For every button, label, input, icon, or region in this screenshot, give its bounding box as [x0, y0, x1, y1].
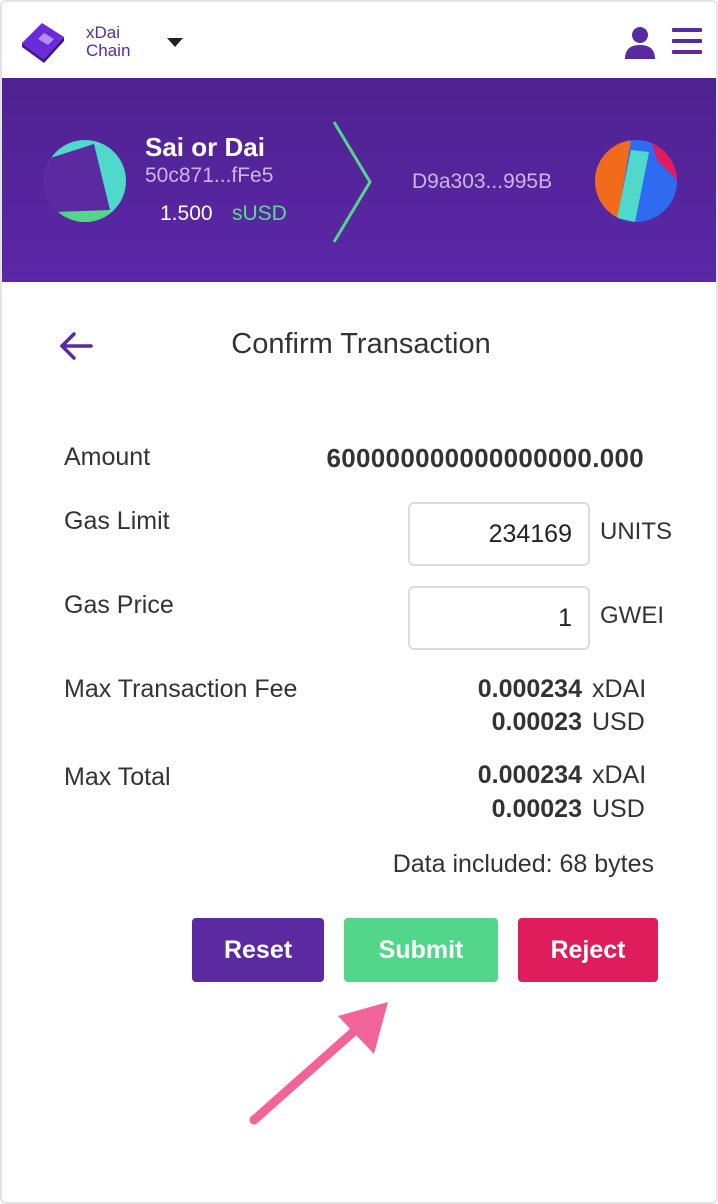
transaction-header: Sai or Dai 50c871...fFe5 1.500 sUSD D9a3… [2, 78, 716, 282]
max-fee-native-value: 0.000234 [477, 675, 582, 703]
sender-account-name: Sai or Dai [145, 132, 265, 162]
top-bar: xDai Chain [2, 2, 716, 78]
max-total-usd-unit: USD [592, 795, 645, 823]
sender-address: 50c871...fFe5 [145, 164, 274, 187]
hamburger-menu-icon[interactable] [672, 28, 702, 54]
max-total-usd: 0.00023 USD [492, 795, 654, 824]
max-total-native-value: 0.000234 [477, 761, 582, 789]
max-fee-native: 0.000234 xDAI [478, 675, 654, 704]
max-fee-label: Max Transaction Fee [64, 675, 298, 703]
max-fee-usd: 0.00023 USD [492, 708, 654, 737]
gas-price-input[interactable] [408, 586, 590, 650]
amount-label: Amount [64, 443, 151, 471]
gas-limit-input[interactable] [408, 502, 590, 566]
gas-limit-unit: UNITS [600, 518, 672, 545]
submit-button[interactable]: Submit [344, 918, 498, 982]
recipient-address: D9a303...995B [412, 170, 553, 193]
xdai-logo-icon [22, 23, 64, 63]
user-icon[interactable] [624, 26, 656, 60]
sender-identicon-icon [44, 140, 126, 222]
amount-value: 600000000000000000.000 [326, 443, 644, 473]
chevron-right-icon [332, 121, 372, 243]
recipient-identicon-icon [595, 140, 677, 222]
reset-button[interactable]: Reset [192, 918, 324, 982]
max-total-native-unit: xDAI [592, 761, 647, 789]
page-title: Confirm Transaction [231, 328, 491, 360]
network-selector[interactable]: xDai Chain [86, 24, 130, 60]
sender-balance: 1.500 [160, 202, 213, 225]
max-total-label: Max Total [64, 763, 171, 791]
sender-token-symbol: sUSD [232, 202, 287, 225]
gas-price-label: Gas Price [64, 591, 174, 619]
network-name-line2: Chain [86, 41, 131, 60]
gas-price-unit: GWEI [600, 602, 664, 629]
gas-limit-label: Gas Limit [64, 507, 170, 535]
network-name-line1: xDai [86, 23, 121, 42]
app-frame: xDai Chain Sai or Dai 50c871...fFe5 1.50… [0, 0, 718, 1204]
max-fee-native-unit: xDAI [592, 675, 647, 703]
annotation-arrow-icon [249, 1002, 388, 1125]
max-fee-usd-unit: USD [592, 708, 645, 736]
data-included-text: Data included: 68 bytes [392, 850, 654, 878]
chevron-down-icon[interactable] [167, 38, 183, 47]
max-total-native: 0.000234 xDAI [478, 761, 654, 790]
max-total-usd-value: 0.00023 [491, 795, 582, 823]
reject-button[interactable]: Reject [518, 918, 658, 982]
max-fee-usd-value: 0.00023 [491, 708, 582, 736]
